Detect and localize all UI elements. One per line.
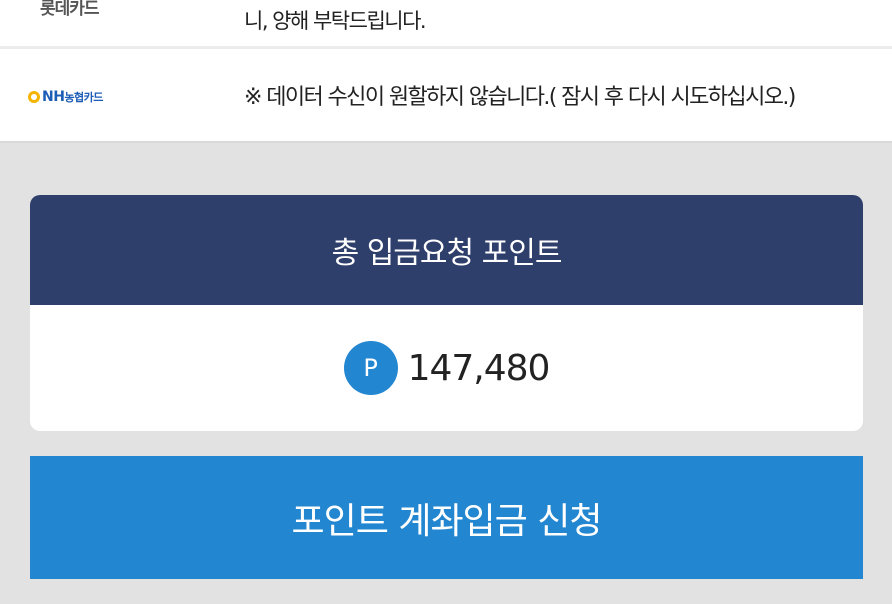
card-message: 니, 양해 부탁드립니다. bbox=[244, 9, 427, 33]
nh-logo-icon bbox=[28, 91, 40, 103]
point-summary-panel: 총 입금요청 포인트 P 147,480 bbox=[30, 195, 863, 431]
point-summary-title: 총 입금요청 포인트 bbox=[30, 195, 863, 305]
nh-logo-text: NH bbox=[42, 89, 65, 105]
card-row-nh: NH 농협카드 ※ 데이터 수신이 원할하지 않습니다.( 잠시 후 다시 시도… bbox=[0, 49, 892, 143]
card-status-list: 롯데카드 니, 양해 부탁드립니다. NH 농협카드 ※ 데이터 수신이 원할하… bbox=[0, 0, 892, 143]
nh-logo-subtext: 농협카드 bbox=[64, 91, 103, 104]
point-total-value: 147,480 bbox=[407, 347, 551, 389]
card-message: ※ 데이터 수신이 원할하지 않습니다.( 잠시 후 다시 시도하십시오.) bbox=[244, 85, 796, 110]
point-deposit-request-button[interactable]: 포인트 계좌입금 신청 bbox=[30, 456, 863, 579]
page: 롯데카드 니, 양해 부탁드립니다. NH 농협카드 ※ 데이터 수신이 원할하… bbox=[0, 0, 892, 604]
card-row-lotte: 롯데카드 니, 양해 부탁드립니다. bbox=[0, 0, 892, 49]
point-summary-body: P 147,480 bbox=[30, 305, 863, 431]
lotte-card-logo: 롯데카드 bbox=[40, 0, 100, 19]
point-icon: P bbox=[343, 341, 398, 395]
nh-card-logo: NH 농협카드 bbox=[28, 89, 103, 105]
